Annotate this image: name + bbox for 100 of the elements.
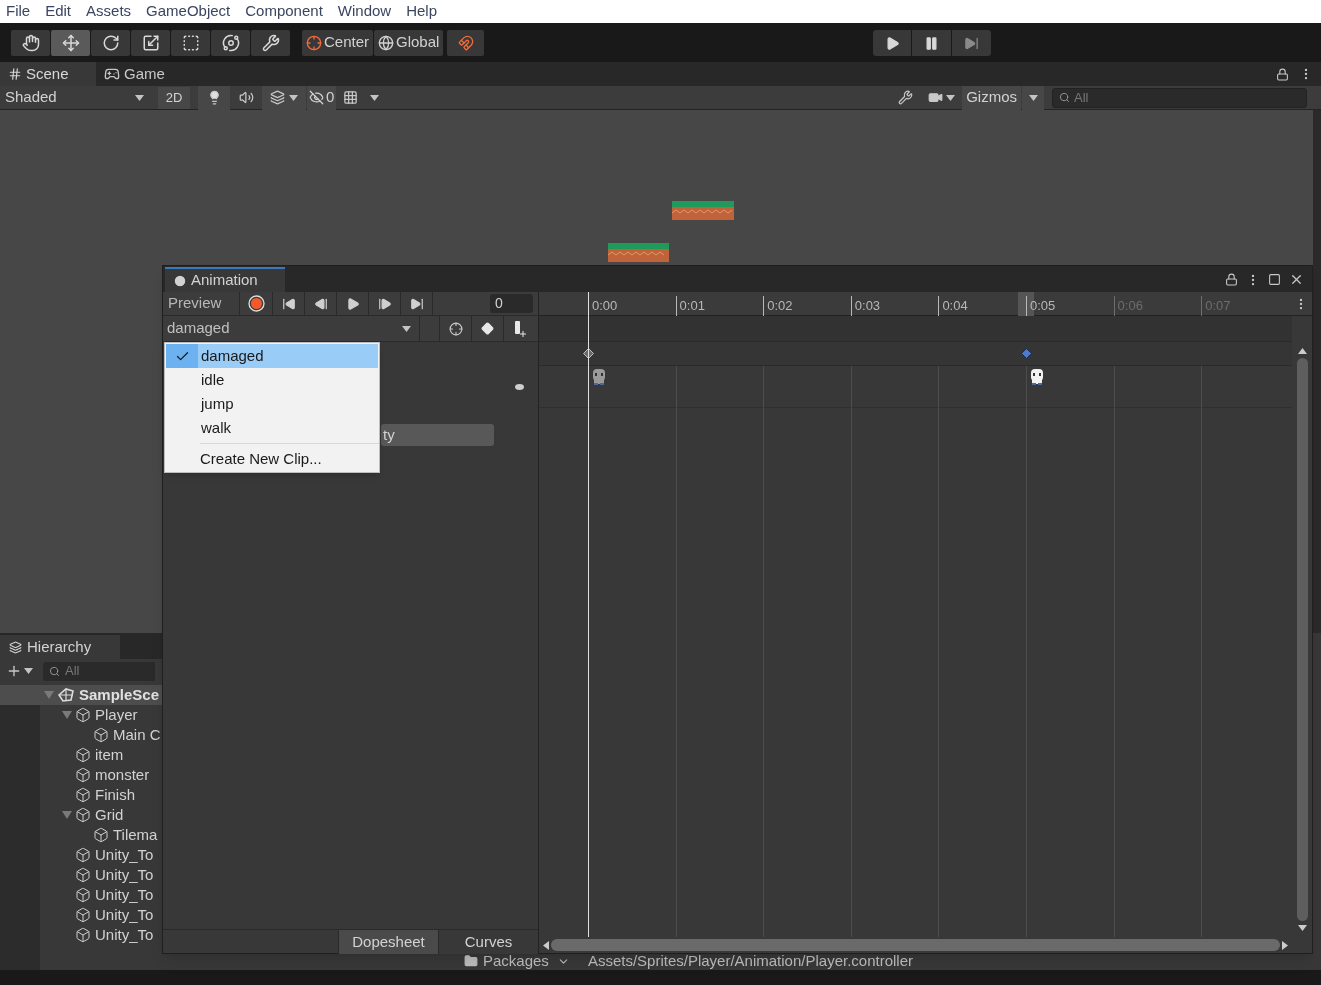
menu-item[interactable]: Help (406, 0, 438, 23)
clock-icon (173, 273, 187, 288)
time-label: 0:01 (675, 296, 705, 316)
tool-button[interactable] (91, 29, 130, 56)
play-icon (345, 296, 360, 311)
lock-icon[interactable] (1276, 68, 1289, 81)
clip-option[interactable]: idle (166, 368, 378, 392)
view-tab[interactable]: Curves (438, 930, 538, 954)
time-label: 0:05 (1026, 296, 1056, 316)
tool-button[interactable] (131, 29, 170, 56)
play-icon (884, 35, 900, 51)
camera-icon (927, 90, 943, 105)
scene-tab[interactable]: Scene (0, 62, 96, 86)
add-button[interactable] (6, 663, 33, 679)
tool-button[interactable] (171, 29, 210, 56)
space-button[interactable]: Global (374, 29, 444, 56)
cube-icon (75, 867, 91, 883)
caret-icon (945, 94, 955, 101)
expanded-arrow-icon[interactable] (61, 710, 72, 720)
tool-button[interactable] (51, 29, 90, 56)
visibility-button[interactable]: 0 (307, 85, 337, 110)
cube-icon (75, 847, 91, 863)
draw-mode-dropdown[interactable]: Shaded (0, 85, 150, 110)
move-icon (61, 33, 80, 52)
platform-drawing (608, 243, 669, 262)
cube-icon (75, 747, 91, 763)
close-icon[interactable] (1289, 272, 1304, 287)
scroll-up-icon[interactable] (1297, 348, 1307, 354)
cube-icon (93, 827, 109, 843)
mode-2d-button[interactable]: 2D (158, 86, 190, 109)
hierarchy-tab[interactable]: Hierarchy (0, 635, 120, 659)
sprite-thumbnail-icon (591, 368, 607, 386)
record-icon (247, 295, 265, 312)
pivot-button[interactable]: Center (302, 29, 374, 56)
scroll-right-icon[interactable] (1282, 940, 1288, 950)
tool-button[interactable] (251, 29, 290, 56)
search-icon (49, 665, 60, 677)
animation-tab[interactable]: Animation (165, 267, 285, 292)
transform-icon (221, 33, 240, 52)
caret-icon (135, 94, 144, 101)
tool-button[interactable] (11, 29, 50, 56)
menu-item[interactable]: GameObject (146, 0, 231, 23)
expanded-arrow-icon[interactable] (61, 810, 72, 820)
rect-icon (181, 33, 200, 52)
caret-icon (1028, 94, 1038, 101)
time-label: 0:04 (938, 296, 968, 316)
menu-item[interactable]: Component (245, 0, 323, 23)
handle-icon (515, 384, 524, 390)
cube-icon (75, 767, 91, 783)
cube-icon (75, 927, 91, 943)
time-label: 0:03 (850, 296, 881, 316)
menu-item[interactable]: Window (337, 0, 392, 23)
tool-button[interactable] (211, 29, 250, 56)
hand-icon (21, 33, 40, 52)
wrench-icon (261, 33, 280, 52)
add-property-button[interactable]: ty (381, 424, 494, 446)
speaker-icon (238, 90, 254, 105)
folder-icon (464, 954, 478, 968)
clip-option[interactable]: jump (166, 392, 378, 416)
cube-icon (75, 787, 91, 803)
clip-option[interactable]: walk (166, 416, 378, 440)
step-button[interactable] (952, 30, 991, 56)
create-clip-option[interactable]: Create New Clip... (165, 447, 379, 471)
snap-button[interactable] (447, 29, 485, 56)
menu-item[interactable]: Edit (45, 0, 72, 23)
search-placeholder: All (65, 662, 80, 681)
caret-icon (402, 325, 411, 332)
wrench-icon (897, 90, 913, 105)
platform-drawing (672, 201, 734, 220)
scene-scrollbar[interactable] (1313, 110, 1321, 633)
menu-item[interactable]: Assets (86, 0, 132, 23)
step-icon (964, 35, 979, 51)
frame-field[interactable]: 0 (490, 294, 533, 313)
gizmos-button[interactable]: Gizmos (962, 85, 1021, 110)
caret-icon (24, 668, 33, 674)
cube-icon (75, 807, 91, 823)
effects-button[interactable] (262, 85, 306, 110)
snap-icon (457, 34, 474, 51)
add-event-icon (512, 320, 527, 337)
sprite-thumbnail-icon (1029, 368, 1045, 386)
cube-icon (75, 887, 91, 903)
horizontal-scrollbar[interactable] (551, 939, 1280, 951)
grid-icon (8, 67, 22, 81)
search-icon (1059, 92, 1070, 103)
lighting-button[interactable] (198, 85, 230, 110)
lock-icon[interactable] (1225, 273, 1238, 286)
gizmos-menu-button[interactable] (1022, 85, 1044, 110)
menu-item[interactable]: File (6, 0, 31, 23)
pause-button[interactable] (912, 30, 951, 56)
vertical-scrollbar[interactable] (1296, 358, 1308, 921)
crosshair-icon (448, 321, 463, 336)
play-button[interactable] (873, 30, 911, 56)
maximize-icon[interactable] (1268, 273, 1281, 286)
scroll-left-icon[interactable] (543, 940, 549, 950)
view-tab[interactable]: Dopesheet (338, 930, 438, 954)
search-placeholder: All (1074, 88, 1089, 107)
scroll-down-icon[interactable] (1297, 925, 1307, 931)
preview-toggle[interactable]: Preview (163, 292, 239, 315)
cube-icon (75, 907, 91, 923)
clip-option[interactable]: damaged (166, 344, 378, 368)
